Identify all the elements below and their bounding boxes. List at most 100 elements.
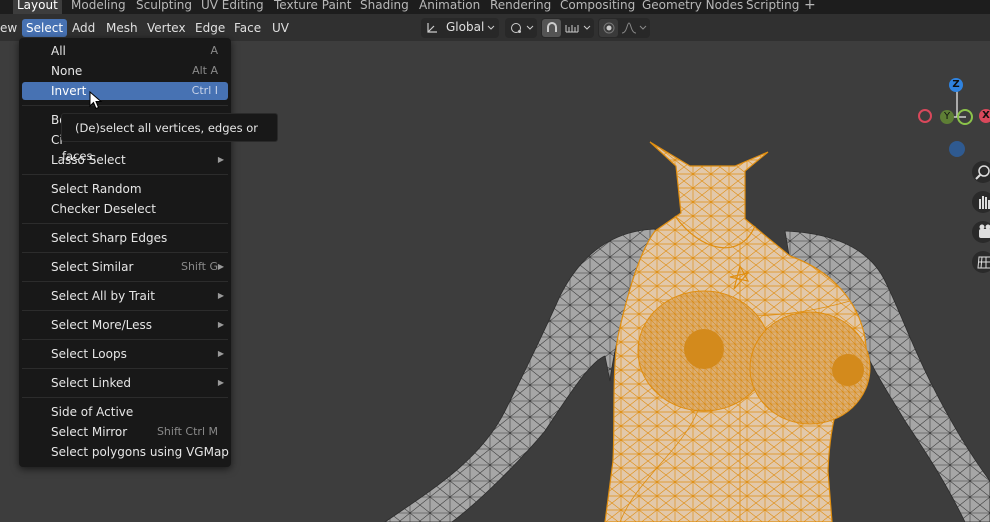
menu-item-lasso-select[interactable]: Lasso Select▶ — [22, 151, 228, 169]
workspace-tab-bar: Layout Modeling Sculpting UV Editing Tex… — [0, 0, 990, 14]
menu-separator — [22, 368, 228, 369]
tab-modeling[interactable]: Modeling — [71, 0, 126, 14]
menu-item-shortcut: Alt A — [192, 64, 218, 77]
menu-separator — [22, 223, 228, 224]
tab-sculpting[interactable]: Sculpting — [136, 0, 192, 14]
menu-item-none[interactable]: None Alt A — [22, 62, 228, 80]
menu-item-select-mirror[interactable]: Select Mirror Shift Ctrl M — [22, 423, 228, 441]
tab-layout[interactable]: Layout — [13, 0, 62, 14]
menu-item-checker-deselect[interactable]: Checker Deselect — [22, 200, 228, 218]
menu-separator — [22, 310, 228, 311]
vertex-menu[interactable]: Vertex — [143, 19, 190, 37]
tooltip: (De)select all vertices, edges or faces. — [61, 113, 278, 163]
menu-separator — [22, 105, 228, 106]
menu-item-label: Select Similar — [51, 260, 134, 274]
tab-rendering[interactable]: Rendering — [490, 0, 551, 14]
tab-shading[interactable]: Shading — [360, 0, 409, 14]
menu-item-label: Side of Active — [51, 405, 134, 419]
menu-separator — [22, 281, 228, 282]
menu-item-shortcut: Shift G — [180, 260, 218, 273]
gizmo-neg-x-axis[interactable] — [918, 109, 932, 123]
menu-item-label: None — [51, 64, 83, 78]
menu-item-select-polygons-vgmap[interactable]: Select polygons using VGMap — [22, 443, 229, 461]
proportional-editing-toggle[interactable] — [599, 19, 618, 37]
menu-item-label: Select Sharp Edges — [51, 231, 168, 245]
transform-orientation-value: Global — [446, 20, 485, 34]
menu-item-select-all-by-trait[interactable]: Select All by Trait ▶ — [22, 287, 228, 305]
select-menu[interactable]: Select — [22, 19, 68, 37]
snapping-group — [541, 18, 594, 38]
mesh-menu[interactable]: Mesh — [102, 19, 142, 37]
proportional-editing-icon — [603, 22, 615, 34]
snap-toggle[interactable] — [542, 19, 561, 37]
zoom-button[interactable] — [972, 161, 990, 183]
pan-button[interactable] — [972, 191, 990, 213]
chevron-down-icon — [639, 25, 647, 30]
submenu-arrow-icon: ▶ — [217, 378, 224, 387]
menu-item-all[interactable]: All A — [22, 42, 228, 60]
mouse-cursor-icon — [89, 91, 103, 110]
camera-view-button[interactable] — [972, 221, 990, 243]
grid-icon — [977, 256, 990, 269]
menu-item-select-loops[interactable]: Select Loops ▶ — [22, 345, 228, 363]
pivot-point-icon — [511, 23, 521, 33]
tab-scripting[interactable]: Scripting — [746, 0, 799, 14]
menu-item-shortcut: A — [210, 44, 218, 57]
gizmo-neg-y-axis[interactable] — [957, 109, 973, 125]
menu-item-label: Select Loops — [51, 347, 127, 361]
gizmo-z-axis[interactable]: Z — [949, 78, 963, 92]
tab-animation[interactable]: Animation — [419, 0, 480, 14]
menu-item-shortcut: Ctrl I — [191, 84, 218, 97]
chevron-down-icon — [583, 25, 591, 30]
edge-menu[interactable]: Edge — [191, 19, 229, 37]
camera-icon — [979, 224, 990, 238]
transform-orientation-icon — [427, 23, 437, 33]
menu-item-invert[interactable]: Invert Ctrl I — [22, 82, 228, 100]
face-menu[interactable]: Face — [230, 19, 265, 37]
menu-item-select-linked[interactable]: Select Linked ▶ — [22, 374, 228, 392]
view-menu[interactable]: ew — [0, 19, 21, 37]
magnet-icon — [547, 22, 557, 32]
menu-item-label: Checker Deselect — [51, 202, 156, 216]
chevron-down-icon — [526, 25, 534, 30]
menu-separator — [22, 252, 228, 253]
hand-icon — [979, 196, 990, 209]
menu-item-label: Select polygons using VGMap — [51, 445, 229, 459]
gizmo-neg-z-axis[interactable] — [949, 141, 965, 157]
perspective-toggle-button[interactable] — [972, 251, 990, 273]
tab-geometry-nodes[interactable]: Geometry Nodes — [642, 0, 743, 14]
menu-item-label: Select More/Less — [51, 318, 152, 332]
falloff-curve-icon[interactable] — [621, 21, 637, 35]
add-workspace-button[interactable]: + — [804, 0, 816, 14]
uv-menu[interactable]: UV — [268, 19, 293, 37]
submenu-arrow-icon: ▶ — [217, 262, 224, 271]
tab-texture-paint[interactable]: Texture Paint — [274, 0, 351, 14]
menu-item-select-sharp-edges[interactable]: Select Sharp Edges — [22, 229, 228, 247]
submenu-arrow-icon: ▶ — [217, 320, 224, 329]
menu-item-side-of-active[interactable]: Side of Active — [22, 403, 228, 421]
chevron-down-icon — [487, 25, 495, 30]
menu-item-label: All — [51, 44, 66, 58]
pivot-point-dropdown[interactable] — [505, 18, 537, 38]
snap-increment-icon[interactable] — [565, 22, 579, 34]
menu-item-label: Select All by Trait — [51, 289, 155, 303]
menu-separator — [22, 339, 228, 340]
tab-uv-editing[interactable]: UV Editing — [201, 0, 264, 14]
select-dropdown-menu: AllA NoneAlt A InvertCtrl I Bo Ci Lasso … — [19, 38, 231, 467]
menu-item-select-similar[interactable]: Select Similar Shift G ▶ — [22, 258, 228, 276]
gizmo-x-axis[interactable]: X — [979, 109, 990, 123]
editor-header: ew Select Add Mesh Vertex Edge Face UV G… — [0, 14, 990, 41]
transform-orientation-dropdown[interactable]: Global — [421, 18, 499, 38]
gizmo-y-axis[interactable]: Y — [940, 110, 954, 124]
submenu-arrow-icon: ▶ — [217, 291, 224, 300]
add-menu[interactable]: Add — [68, 19, 99, 37]
tab-compositing[interactable]: Compositing — [560, 0, 635, 14]
menu-item-label: Select Linked — [51, 376, 131, 390]
menu-separator — [22, 174, 228, 175]
proportional-editing-group — [598, 18, 650, 38]
menu-item-select-more-less[interactable]: Select More/Less ▶ — [22, 316, 228, 334]
submenu-arrow-icon: ▶ — [217, 155, 224, 164]
zoom-icon — [975, 165, 990, 180]
menu-item-shortcut: Shift Ctrl M — [156, 425, 218, 438]
menu-item-select-random[interactable]: Select Random — [22, 180, 228, 198]
